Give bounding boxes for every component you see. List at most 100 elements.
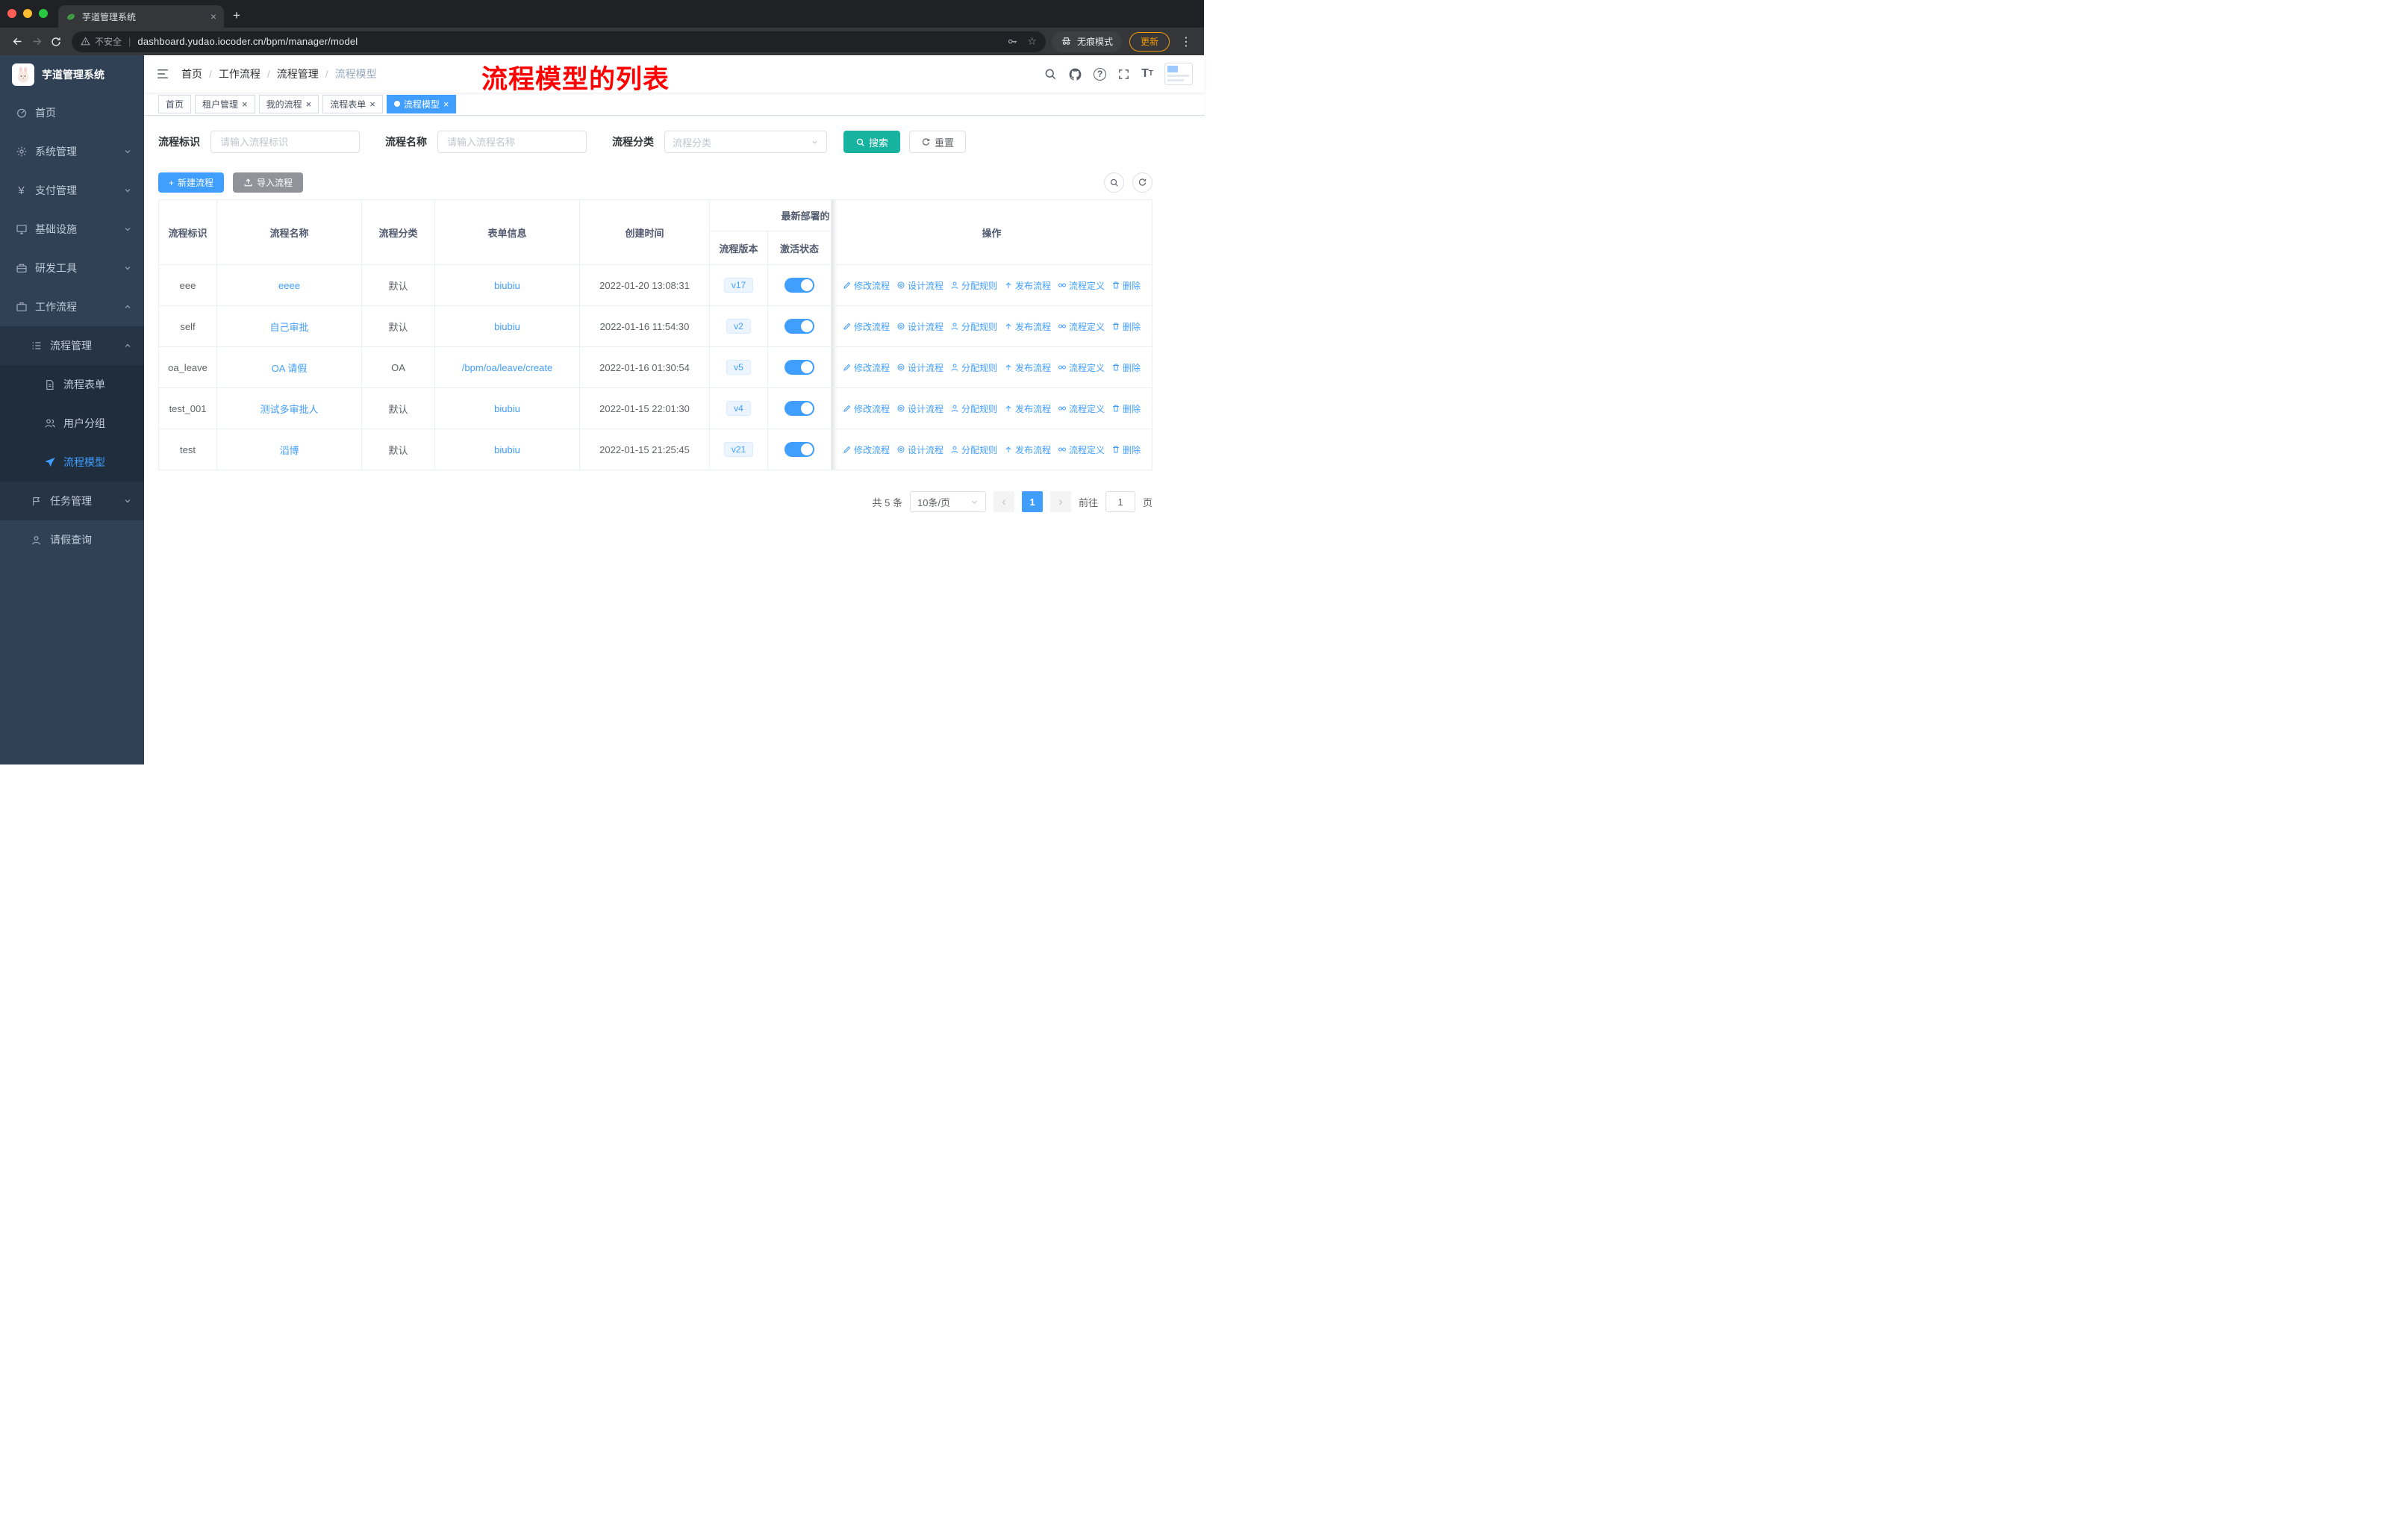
- refresh-table-button[interactable]: [1132, 172, 1153, 193]
- form-info-link[interactable]: biubiu: [494, 280, 520, 291]
- update-button[interactable]: 更新: [1129, 31, 1170, 52]
- goto-page-input[interactable]: [1105, 491, 1135, 512]
- assign-rule-link[interactable]: 分配规则: [950, 279, 997, 292]
- form-info-link[interactable]: /bpm/oa/leave/create: [462, 362, 552, 373]
- process-id-input[interactable]: [210, 131, 360, 153]
- publish-process-link[interactable]: 发布流程: [1004, 320, 1051, 333]
- bookmark-star-icon[interactable]: ☆: [1027, 35, 1037, 48]
- process-name-link[interactable]: 自己审批: [269, 322, 308, 333]
- back-button[interactable]: [7, 32, 27, 52]
- sidebar-item-process-model[interactable]: 流程模型: [0, 443, 144, 482]
- edit-process-link[interactable]: 修改流程: [843, 320, 890, 333]
- edit-process-link[interactable]: 修改流程: [843, 361, 890, 374]
- zoom-window-button[interactable]: [39, 9, 48, 18]
- close-icon[interactable]: ×: [369, 99, 375, 109]
- assign-rule-link[interactable]: 分配规则: [950, 443, 997, 456]
- reload-button[interactable]: [46, 32, 66, 52]
- sidebar-item-process-mgmt[interactable]: 流程管理: [0, 326, 144, 365]
- design-process-link[interactable]: 设计流程: [896, 361, 943, 374]
- sidebar-item-process-form[interactable]: 流程表单: [0, 365, 144, 404]
- search-icon[interactable]: [1044, 67, 1057, 81]
- search-button[interactable]: 搜索: [843, 131, 901, 153]
- show-search-button[interactable]: [1104, 172, 1125, 193]
- delete-link[interactable]: 删除: [1111, 402, 1141, 415]
- delete-link[interactable]: 删除: [1111, 443, 1141, 456]
- edit-process-link[interactable]: 修改流程: [843, 443, 890, 456]
- sidebar-item-payment[interactable]: ¥ 支付管理: [0, 171, 144, 210]
- tab-close-icon[interactable]: ×: [210, 10, 216, 22]
- active-toggle[interactable]: [785, 278, 814, 293]
- assign-rule-link[interactable]: 分配规则: [950, 320, 997, 333]
- security-chip[interactable]: 不安全: [81, 35, 122, 48]
- github-icon[interactable]: [1068, 67, 1082, 81]
- process-definition-link[interactable]: 流程定义: [1058, 443, 1105, 456]
- process-definition-link[interactable]: 流程定义: [1058, 320, 1105, 333]
- next-page-button[interactable]: ›: [1049, 491, 1071, 512]
- delete-link[interactable]: 删除: [1111, 361, 1141, 374]
- process-name-link[interactable]: eeee: [278, 280, 300, 291]
- edit-process-link[interactable]: 修改流程: [843, 279, 890, 292]
- sidebar-item-user-group[interactable]: 用户分组: [0, 404, 144, 443]
- page-size-select[interactable]: 10条/页: [909, 491, 986, 512]
- publish-process-link[interactable]: 发布流程: [1004, 443, 1051, 456]
- delete-link[interactable]: 删除: [1111, 320, 1141, 333]
- process-definition-link[interactable]: 流程定义: [1058, 402, 1105, 415]
- delete-link[interactable]: 删除: [1111, 279, 1141, 292]
- sidebar-item-leave-query[interactable]: 请假查询: [0, 520, 144, 559]
- sidebar-item-devtools[interactable]: 研发工具: [0, 249, 144, 287]
- create-process-button[interactable]: + 新建流程: [158, 172, 225, 193]
- tag-process-model[interactable]: 流程模型 ×: [386, 94, 457, 113]
- tag-my-process[interactable]: 我的流程 ×: [258, 94, 319, 113]
- process-name-link[interactable]: 滔博: [279, 445, 299, 456]
- publish-process-link[interactable]: 发布流程: [1004, 402, 1051, 415]
- import-process-button[interactable]: 导入流程: [233, 172, 304, 193]
- tag-process-form[interactable]: 流程表单 ×: [322, 94, 383, 113]
- assign-rule-link[interactable]: 分配规则: [950, 361, 997, 374]
- reset-button[interactable]: 重置: [909, 131, 967, 153]
- close-icon[interactable]: ×: [242, 99, 248, 109]
- close-window-button[interactable]: [7, 9, 16, 18]
- sidebar-item-task-mgmt[interactable]: 任务管理: [0, 482, 144, 520]
- avatar[interactable]: [1164, 63, 1194, 85]
- url-bar[interactable]: 不安全 | dashboard.yudao.iocoder.cn/bpm/man…: [72, 31, 1046, 52]
- forward-button[interactable]: [27, 32, 46, 52]
- sidebar-item-system[interactable]: 系统管理: [0, 132, 144, 171]
- process-name-input[interactable]: [437, 131, 587, 153]
- design-process-link[interactable]: 设计流程: [896, 443, 943, 456]
- browser-tab[interactable]: 芋道管理系统 ×: [58, 5, 224, 28]
- sidebar-item-infrastructure[interactable]: 基础设施: [0, 210, 144, 249]
- prev-page-button[interactable]: ‹: [993, 491, 1014, 512]
- design-process-link[interactable]: 设计流程: [896, 402, 943, 415]
- breadcrumb-item-process-mgmt[interactable]: 流程管理: [277, 66, 319, 81]
- key-icon[interactable]: [1007, 36, 1018, 47]
- minimize-window-button[interactable]: [23, 9, 32, 18]
- sidebar-item-workflow[interactable]: 工作流程: [0, 287, 144, 326]
- publish-process-link[interactable]: 发布流程: [1004, 279, 1051, 292]
- browser-menu-button[interactable]: ⋮: [1176, 34, 1197, 49]
- publish-process-link[interactable]: 发布流程: [1004, 361, 1051, 374]
- design-process-link[interactable]: 设计流程: [896, 279, 943, 292]
- process-definition-link[interactable]: 流程定义: [1058, 279, 1105, 292]
- breadcrumb-item-home[interactable]: 首页: [181, 66, 202, 81]
- active-toggle[interactable]: [785, 319, 814, 334]
- active-toggle[interactable]: [785, 360, 814, 375]
- form-info-link[interactable]: biubiu: [494, 444, 520, 455]
- edit-process-link[interactable]: 修改流程: [843, 402, 890, 415]
- breadcrumb-item-workflow[interactable]: 工作流程: [219, 66, 261, 81]
- sidebar-item-home[interactable]: 首页: [0, 93, 144, 132]
- design-process-link[interactable]: 设计流程: [896, 320, 943, 333]
- process-name-link[interactable]: OA 请假: [272, 363, 308, 374]
- process-name-link[interactable]: 测试多审批人: [260, 404, 318, 415]
- category-select[interactable]: 流程分类: [664, 131, 827, 153]
- form-info-link[interactable]: biubiu: [494, 403, 520, 414]
- process-definition-link[interactable]: 流程定义: [1058, 361, 1105, 374]
- current-page-button[interactable]: 1: [1021, 491, 1043, 512]
- assign-rule-link[interactable]: 分配规则: [950, 402, 997, 415]
- app-logo[interactable]: 芋道管理系统: [0, 55, 144, 93]
- close-icon[interactable]: ×: [443, 99, 449, 109]
- help-icon[interactable]: ?: [1094, 67, 1107, 81]
- sidebar-toggle-hamburger-icon[interactable]: [156, 67, 169, 81]
- font-size-icon[interactable]: TT: [1141, 68, 1153, 80]
- new-tab-button[interactable]: +: [233, 8, 240, 23]
- form-info-link[interactable]: biubiu: [494, 321, 520, 332]
